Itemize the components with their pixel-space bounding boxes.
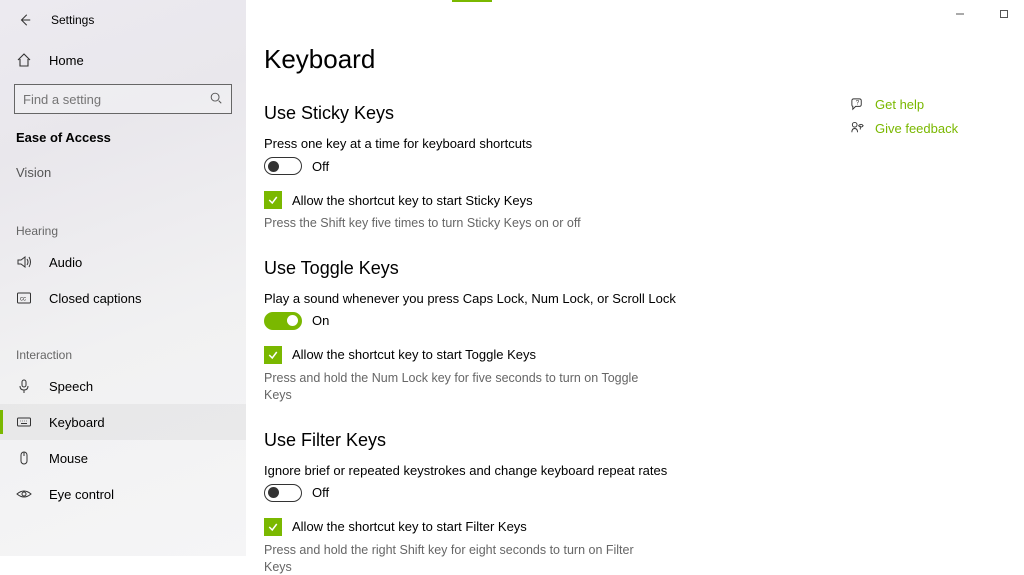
togglekeys-toggle-label: On	[312, 313, 329, 328]
microphone-icon	[16, 378, 32, 394]
svg-text:?: ?	[855, 99, 859, 106]
sidebar-item-home[interactable]: Home	[0, 42, 246, 78]
audio-label: Audio	[49, 255, 82, 270]
page-title: Keyboard	[264, 44, 1000, 75]
window-controls	[948, 4, 1016, 24]
sidebar-item-eye[interactable]: Eye control	[0, 476, 246, 512]
togglekeys-check-label: Allow the shortcut key to start Toggle K…	[292, 347, 536, 362]
search-icon	[209, 91, 223, 108]
check-icon	[267, 521, 279, 533]
sidebar-group-vision[interactable]: Vision	[0, 159, 246, 186]
togglekeys-hint: Press and hold the Num Lock key for five…	[264, 370, 664, 404]
sidebar: Settings Home Ease of Access Vision Hear…	[0, 0, 246, 556]
section-toggle-title: Use Toggle Keys	[264, 258, 1000, 279]
help-column: ? Get help Give feedback	[849, 96, 958, 144]
speaker-icon	[16, 254, 32, 270]
sidebar-item-speech[interactable]: Speech	[0, 368, 246, 404]
sticky-desc: Press one key at a time for keyboard sho…	[264, 136, 804, 151]
keyboard-label: Keyboard	[49, 415, 105, 430]
get-help-link[interactable]: ? Get help	[849, 96, 958, 112]
eye-icon	[16, 486, 32, 502]
filter-desc: Ignore brief or repeated keystrokes and …	[264, 463, 804, 478]
category-label: Ease of Access	[0, 118, 246, 151]
sticky-shortcut-checkbox[interactable]	[264, 191, 282, 209]
speech-label: Speech	[49, 379, 93, 394]
togglekeys-toggle[interactable]	[264, 312, 302, 330]
keyboard-icon	[16, 414, 32, 430]
search-box[interactable]	[14, 84, 232, 114]
filterkeys-check-label: Allow the shortcut key to start Filter K…	[292, 519, 527, 534]
arrow-left-icon	[18, 13, 32, 27]
minimize-icon	[955, 9, 965, 19]
sidebar-item-cc[interactable]: cc Closed captions	[0, 280, 246, 316]
home-label: Home	[49, 53, 84, 68]
give-feedback-link[interactable]: Give feedback	[849, 120, 958, 136]
sidebar-group-hearing: Hearing	[0, 210, 246, 244]
mouse-icon	[16, 450, 32, 466]
filterkeys-toggle-label: Off	[312, 485, 329, 500]
section-filter-title: Use Filter Keys	[264, 430, 1000, 451]
home-icon	[16, 52, 32, 68]
sidebar-item-keyboard[interactable]: Keyboard	[0, 404, 246, 440]
filterkeys-shortcut-checkbox[interactable]	[264, 518, 282, 536]
get-help-label: Get help	[875, 97, 924, 112]
minimize-button[interactable]	[948, 4, 972, 24]
toggle-desc: Play a sound whenever you press Caps Loc…	[264, 291, 804, 306]
check-icon	[267, 194, 279, 206]
maximize-button[interactable]	[992, 4, 1016, 24]
back-button[interactable]	[14, 9, 36, 31]
app-title: Settings	[51, 13, 94, 27]
filterkeys-toggle[interactable]	[264, 484, 302, 502]
sidebar-group-interaction: Interaction	[0, 334, 246, 368]
sidebar-item-audio[interactable]: Audio	[0, 244, 246, 280]
filterkeys-hint: Press and hold the right Shift key for e…	[264, 542, 664, 575]
help-icon: ?	[849, 96, 865, 112]
sticky-toggle[interactable]	[264, 157, 302, 175]
sidebar-item-mouse[interactable]: Mouse	[0, 440, 246, 476]
check-icon	[267, 349, 279, 361]
main-content: Keyboard Use Sticky Keys Press one key a…	[264, 0, 1024, 556]
maximize-icon	[999, 9, 1009, 19]
give-feedback-label: Give feedback	[875, 121, 958, 136]
sticky-toggle-label: Off	[312, 159, 329, 174]
eye-label: Eye control	[49, 487, 114, 502]
feedback-icon	[849, 120, 865, 136]
mouse-label: Mouse	[49, 451, 88, 466]
cc-icon: cc	[16, 290, 32, 306]
togglekeys-shortcut-checkbox[interactable]	[264, 346, 282, 364]
cc-label: Closed captions	[49, 291, 142, 306]
search-input[interactable]	[23, 92, 209, 107]
svg-text:cc: cc	[20, 297, 26, 303]
sticky-hint: Press the Shift key five times to turn S…	[264, 215, 664, 232]
sticky-check-label: Allow the shortcut key to start Sticky K…	[292, 193, 533, 208]
